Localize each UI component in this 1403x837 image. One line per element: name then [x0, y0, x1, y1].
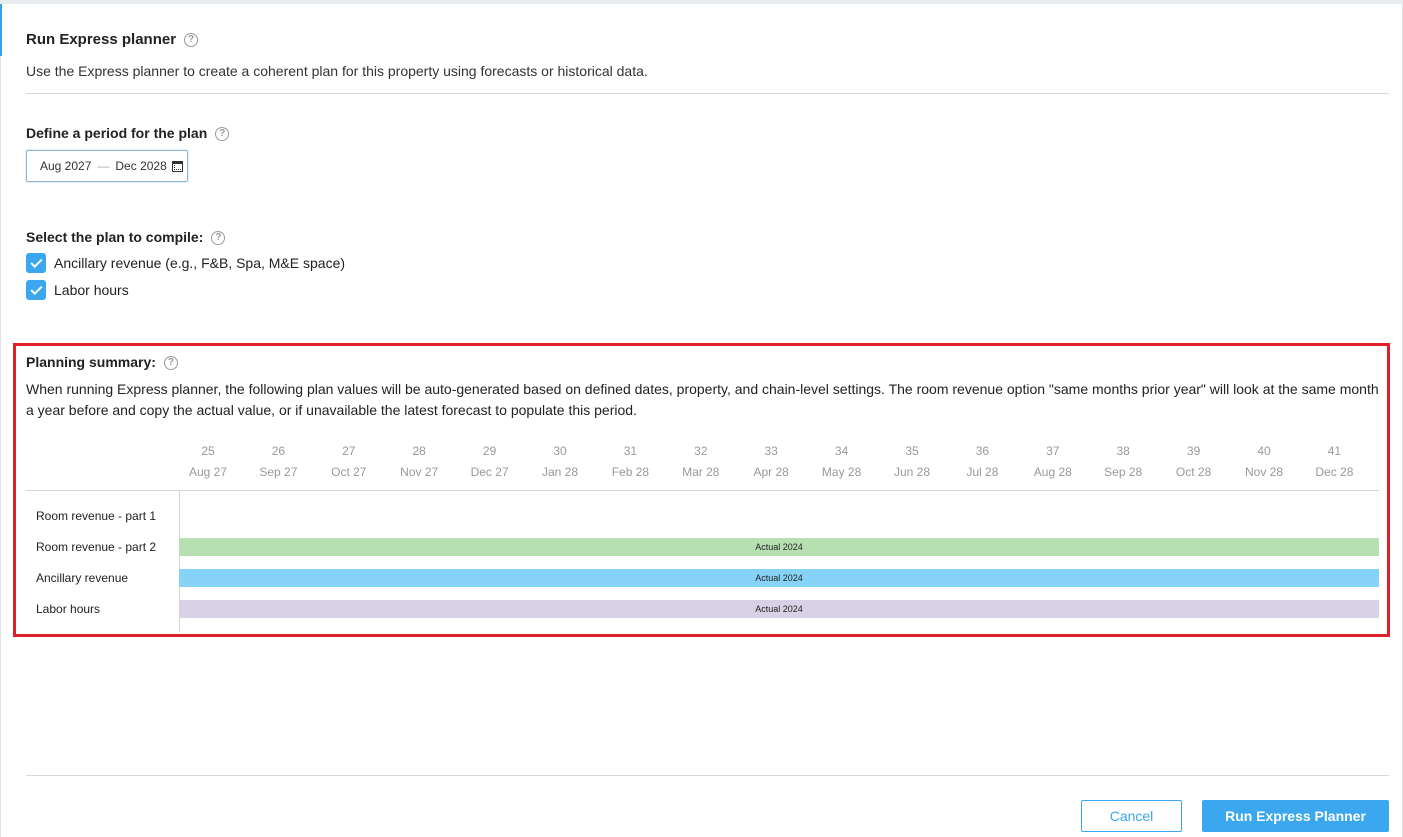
date-range-picker[interactable]: Aug 2027 — Dec 2028 [26, 150, 188, 182]
help-icon[interactable]: ? [163, 356, 178, 371]
page-subtitle: Use the Express planner to create a cohe… [26, 63, 648, 79]
timeline-row-label: Room revenue - part 1 [36, 509, 157, 523]
column-month: Mar 28 [682, 465, 720, 479]
top-strip [0, 0, 1403, 4]
labor-hours-label: Labor hours [54, 282, 129, 298]
column-month: Aug 27 [188, 465, 228, 479]
column-number: 27 [342, 444, 356, 458]
left-border [0, 56, 1, 837]
column-month: Nov 28 [1244, 465, 1284, 479]
column-month: Dec 28 [1315, 465, 1354, 479]
timeline-row-label: Labor hours [36, 602, 101, 616]
column-number: 38 [1116, 444, 1130, 458]
column-month: Oct 27 [331, 465, 367, 479]
ancillary-revenue-option[interactable]: Ancillary revenue (e.g., F&B, Spa, M&E s… [26, 253, 345, 273]
column-month: May 28 [821, 465, 862, 479]
compile-section-label: Select the plan to compile:? [26, 229, 226, 246]
column-number: 36 [975, 444, 990, 458]
labor-hours-option[interactable]: Labor hours [26, 280, 129, 300]
column-month: Sep 28 [1104, 465, 1143, 479]
column-number: 34 [834, 444, 849, 458]
column-month: Feb 28 [611, 465, 650, 479]
column-number: 32 [694, 444, 708, 458]
cancel-button[interactable]: Cancel [1081, 800, 1182, 832]
footer-divider [26, 775, 1389, 776]
column-month: Jun 28 [893, 465, 931, 479]
labor-hours-checkbox[interactable] [26, 280, 46, 300]
column-month: Apr 28 [753, 465, 789, 479]
period-label-text: Define a period for the plan [26, 125, 208, 141]
timeline-row-label: Room revenue - part 2 [36, 540, 157, 554]
date-separator: — [97, 159, 110, 173]
column-number: 40 [1257, 444, 1271, 458]
calendar-icon[interactable] [171, 160, 183, 172]
column-number: 28 [412, 444, 426, 458]
active-indicator [0, 4, 2, 56]
column-number: 31 [623, 444, 638, 458]
planning-summary-title: Planning summary:? [26, 354, 178, 371]
period-section-label: Define a period for the plan? [26, 125, 230, 142]
column-number: 41 [1327, 444, 1342, 458]
ancillary-revenue-label: Ancillary revenue (e.g., F&B, Spa, M&E s… [54, 255, 346, 271]
column-number: 29 [482, 444, 497, 458]
check-icon [29, 282, 43, 295]
column-month: Jul 28 [966, 465, 999, 479]
column-number: 30 [553, 444, 567, 458]
column-number: 39 [1186, 444, 1201, 458]
column-month: Aug 28 [1033, 465, 1072, 479]
header-divider [26, 93, 1389, 94]
run-express-planner-button[interactable]: Run Express Planner [1202, 800, 1389, 832]
column-month: Dec 27 [470, 465, 509, 479]
timeline-bar[interactable]: Actual 2024 [179, 569, 1379, 587]
compile-label-text: Select the plan to compile: [26, 229, 204, 245]
help-icon[interactable]: ? [211, 231, 226, 246]
date-end: Dec 2028 [115, 159, 167, 173]
column-month: Nov 27 [400, 465, 439, 479]
column-month: Jan 28 [541, 465, 579, 479]
planning-summary-description: When running Express planner, the follow… [26, 381, 1379, 418]
page-title: Run Express planner? [26, 31, 199, 48]
ancillary-revenue-checkbox[interactable] [26, 253, 46, 273]
timeline-bar[interactable]: Actual 2024 [179, 600, 1379, 618]
column-number: 26 [271, 444, 286, 458]
column-month: Oct 28 [1175, 465, 1212, 479]
timeline-bar[interactable]: Actual 2024 [179, 538, 1379, 556]
page-title-text: Run Express planner [26, 31, 177, 48]
column-number: 33 [764, 444, 778, 458]
column-number: 25 [201, 444, 215, 458]
help-icon[interactable]: ? [215, 127, 230, 142]
check-icon [29, 255, 43, 268]
summary-title-text: Planning summary: [26, 354, 156, 370]
timeline-row-label: Ancillary revenue [36, 571, 129, 585]
timeline-header-divider [26, 490, 1379, 491]
date-start: Aug 2027 [40, 159, 92, 173]
column-month: Sep 27 [259, 465, 298, 479]
help-icon[interactable]: ? [184, 33, 199, 48]
column-number: 35 [905, 444, 919, 458]
column-number: 37 [1046, 444, 1060, 458]
